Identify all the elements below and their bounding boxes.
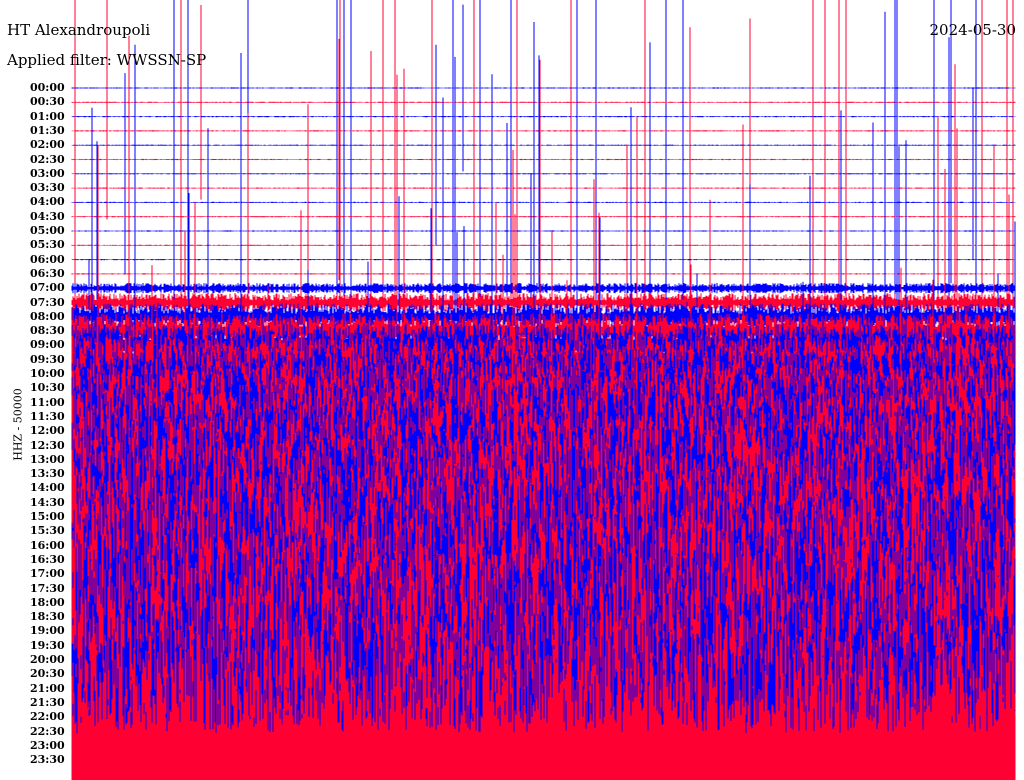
date-label: 2024-05-30 bbox=[929, 21, 1016, 39]
trace-row-0130 bbox=[71, 130, 1016, 132]
time-label: 09:00 bbox=[30, 338, 65, 352]
channel-label: HHZ - 50000 bbox=[11, 388, 25, 461]
time-label: 08:30 bbox=[30, 324, 65, 338]
time-label: 07:00 bbox=[30, 281, 65, 295]
time-label: 11:00 bbox=[30, 395, 65, 409]
time-label: 15:00 bbox=[30, 510, 65, 523]
time-label: 15:30 bbox=[30, 524, 65, 538]
time-label: 21:00 bbox=[30, 681, 65, 695]
time-label: 23:30 bbox=[30, 753, 65, 767]
time-label: 06:00 bbox=[30, 252, 65, 266]
time-label: 03:30 bbox=[30, 181, 65, 195]
time-label: 10:30 bbox=[30, 381, 65, 395]
time-label: 01:30 bbox=[30, 123, 65, 137]
time-label: 16:30 bbox=[30, 552, 65, 566]
time-label: 20:30 bbox=[30, 667, 65, 681]
time-label: 07:30 bbox=[30, 295, 65, 309]
time-label: 14:30 bbox=[30, 495, 65, 509]
time-label: 04:00 bbox=[30, 195, 65, 209]
time-label: 11:30 bbox=[30, 409, 65, 423]
time-label: 17:30 bbox=[30, 581, 65, 595]
time-label: 12:30 bbox=[30, 438, 65, 452]
time-label: 22:00 bbox=[30, 710, 65, 724]
time-label: 17:00 bbox=[30, 567, 65, 581]
time-label: 20:00 bbox=[30, 653, 65, 666]
time-label: 01:00 bbox=[30, 109, 65, 123]
time-label: 23:00 bbox=[30, 738, 65, 752]
time-label: 19:30 bbox=[30, 638, 65, 652]
time-label: 06:30 bbox=[30, 266, 65, 280]
time-label: 05:30 bbox=[30, 238, 65, 252]
time-label: 03:00 bbox=[30, 166, 65, 180]
time-label: 18:00 bbox=[30, 595, 65, 609]
time-label: 19:00 bbox=[30, 624, 65, 638]
time-label: 10:00 bbox=[30, 367, 65, 380]
time-label: 02:30 bbox=[30, 152, 65, 166]
time-label: 14:00 bbox=[30, 481, 65, 495]
trace-row-0000 bbox=[71, 0, 1016, 314]
time-label: 02:00 bbox=[30, 138, 65, 152]
time-label: 18:30 bbox=[30, 610, 65, 624]
time-label: 09:30 bbox=[30, 352, 65, 366]
time-label: 00:30 bbox=[30, 95, 65, 109]
time-label: 08:00 bbox=[30, 309, 65, 323]
time-label: 12:00 bbox=[30, 424, 65, 438]
time-label: 16:00 bbox=[30, 538, 65, 552]
station-title: HT Alexandroupoli bbox=[7, 21, 151, 39]
time-label: 04:30 bbox=[30, 209, 65, 223]
time-label: 00:00 bbox=[30, 81, 65, 94]
filter-label: Applied filter: WWSSN-SP bbox=[7, 51, 207, 69]
time-label: 05:00 bbox=[30, 224, 65, 237]
helicorder-plot bbox=[71, 0, 1016, 780]
time-label: 13:00 bbox=[30, 452, 65, 466]
time-label: 21:30 bbox=[30, 695, 65, 709]
time-label: 22:30 bbox=[30, 724, 65, 738]
time-label: 13:30 bbox=[30, 467, 65, 481]
